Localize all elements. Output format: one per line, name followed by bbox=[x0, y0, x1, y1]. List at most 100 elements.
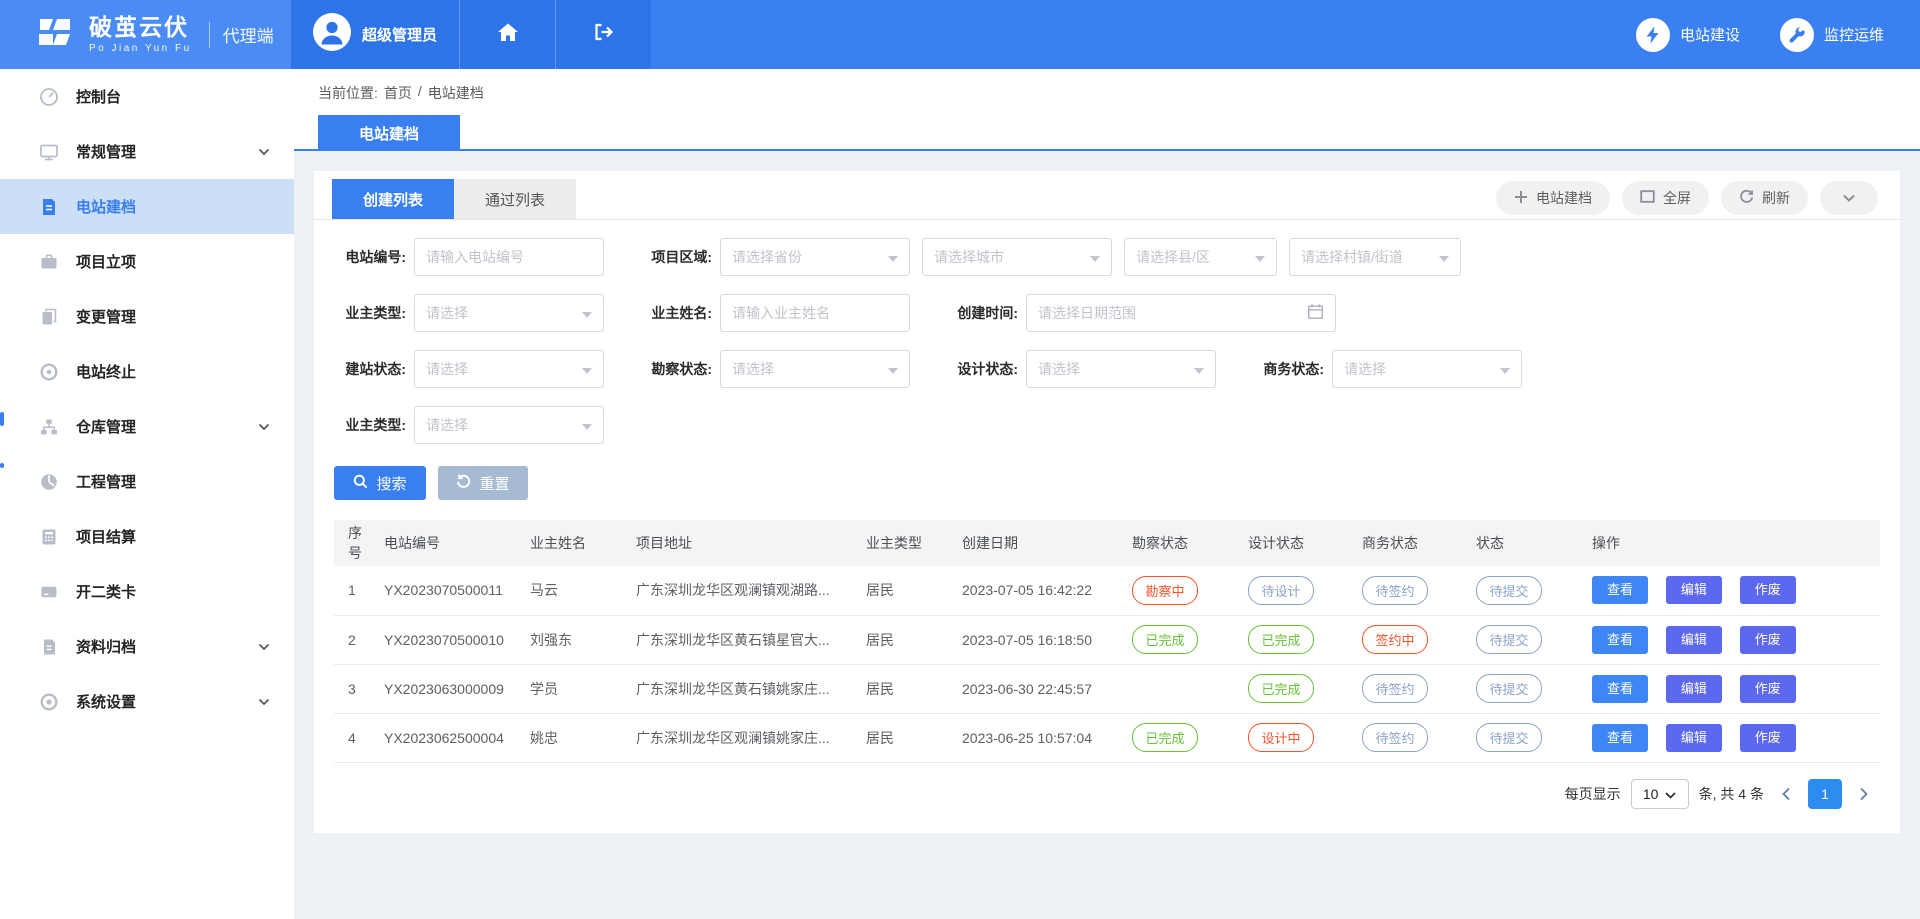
tab-create-list[interactable]: 创建列表 bbox=[332, 179, 454, 219]
owner-name-field bbox=[720, 294, 910, 332]
breadcrumb-prefix: 当前位置: bbox=[318, 83, 378, 103]
prev-page-button[interactable] bbox=[1774, 787, 1798, 801]
collapse-toolbar-button[interactable] bbox=[1820, 181, 1878, 215]
sidebar-item-general-mgmt[interactable]: 常规管理 bbox=[0, 124, 294, 179]
sidebar-item-system-settings[interactable]: 系统设置 bbox=[0, 674, 294, 729]
filter-buttons: 搜索 重置 bbox=[314, 462, 1900, 508]
invalidate-button[interactable]: 作废 bbox=[1740, 724, 1796, 752]
edit-button[interactable]: 编辑 bbox=[1666, 675, 1722, 703]
caret-down-icon bbox=[1090, 249, 1100, 265]
home-icon bbox=[496, 22, 520, 48]
sidebar-item-project-settlement[interactable]: 项目结算 bbox=[0, 509, 294, 564]
brand-logo-area: 破茧云伏 Po Jian Yun Fu 代理端 bbox=[0, 0, 291, 69]
total-count-label: 条, 共 4 条 bbox=[1699, 784, 1764, 804]
sidebar-item-engineering-mgmt[interactable]: 工程管理 bbox=[0, 454, 294, 509]
home-button[interactable] bbox=[459, 0, 555, 69]
reset-button[interactable]: 重置 bbox=[438, 466, 528, 500]
owner-type2-label: 业主类型: bbox=[334, 415, 406, 435]
tab-passed-list[interactable]: 通过列表 bbox=[454, 179, 576, 219]
station-no-input[interactable] bbox=[426, 249, 592, 265]
user-menu[interactable]: 超级管理员 bbox=[291, 0, 459, 69]
topbar: 当前位置: 首页 / 电站建档 电站建档 bbox=[294, 69, 1920, 151]
pie-gauge-icon bbox=[38, 472, 60, 492]
edit-button[interactable]: 编辑 bbox=[1666, 724, 1722, 752]
target-icon bbox=[38, 362, 60, 382]
nav-station-build[interactable]: 电站建设 bbox=[1636, 18, 1740, 52]
build-status-select[interactable]: 请选择 bbox=[414, 350, 604, 388]
station-table: 序号 电站编号 业主姓名 项目地址 业主类型 创建日期 勘察状态 设计状态 商务… bbox=[314, 508, 1900, 809]
page-number-current[interactable]: 1 bbox=[1808, 779, 1842, 809]
sidebar-item-warehouse-mgmt[interactable]: 仓库管理 bbox=[0, 399, 294, 454]
search-button[interactable]: 搜索 bbox=[334, 466, 426, 500]
owner-type-label: 业主类型: bbox=[334, 303, 406, 323]
avatar bbox=[313, 13, 351, 56]
app-root: 破茧云伏 Po Jian Yun Fu 代理端 超级管理员 bbox=[0, 0, 1920, 919]
date-range-input[interactable] bbox=[1038, 305, 1307, 321]
village-select[interactable]: 请选择村镇/街道 bbox=[1289, 238, 1461, 276]
sidebar-item-station-archive[interactable]: 电站建档 bbox=[0, 179, 294, 234]
region-label: 项目区域: bbox=[640, 247, 712, 267]
owner-name-input[interactable] bbox=[732, 305, 898, 321]
fullscreen-icon bbox=[1640, 190, 1655, 206]
add-station-button[interactable]: 电站建档 bbox=[1496, 181, 1610, 215]
county-select[interactable]: 请选择县/区 bbox=[1124, 238, 1277, 276]
survey-status-select[interactable]: 请选择 bbox=[720, 350, 910, 388]
design-status-select[interactable]: 请选择 bbox=[1026, 350, 1216, 388]
survey-status-label: 勘察状态: bbox=[640, 359, 712, 379]
nav-monitor-ops[interactable]: 监控运维 bbox=[1780, 18, 1884, 52]
caret-down-icon bbox=[582, 305, 592, 321]
sidebar-scrollbar[interactable] bbox=[0, 412, 4, 426]
user-block: 超级管理员 bbox=[291, 0, 651, 69]
status-badge: 已完成 bbox=[1132, 625, 1198, 654]
business-status-select[interactable]: 请选择 bbox=[1332, 350, 1522, 388]
view-button[interactable]: 查看 bbox=[1592, 675, 1648, 703]
chevron-down-icon bbox=[1842, 190, 1856, 206]
main-area: 当前位置: 首页 / 电站建档 电站建档 创建列表 通过列表 电站建档 bbox=[294, 69, 1920, 919]
owner-type2-select[interactable]: 请选择 bbox=[414, 406, 604, 444]
sidebar-item-data-archive[interactable]: 资料归档 bbox=[0, 619, 294, 674]
owner-type-select[interactable]: 请选择 bbox=[414, 294, 604, 332]
edit-button[interactable]: 编辑 bbox=[1666, 626, 1722, 654]
breadcrumb: 当前位置: 首页 / 电站建档 bbox=[318, 83, 484, 103]
per-page-select[interactable]: 10 bbox=[1631, 779, 1689, 809]
user-name: 超级管理员 bbox=[362, 24, 437, 45]
invalidate-button[interactable]: 作废 bbox=[1740, 675, 1796, 703]
caret-down-icon bbox=[582, 361, 592, 377]
status-badge: 待签约 bbox=[1362, 674, 1428, 703]
owner-name-label: 业主姓名: bbox=[640, 303, 712, 323]
exit-icon bbox=[592, 22, 615, 47]
content-card: 创建列表 通过列表 电站建档 全屏 bbox=[314, 171, 1900, 833]
status-badge: 设计中 bbox=[1248, 723, 1314, 752]
edit-button[interactable]: 编辑 bbox=[1666, 576, 1722, 604]
sidebar-scrollbar[interactable] bbox=[0, 463, 4, 468]
view-button[interactable]: 查看 bbox=[1592, 576, 1648, 604]
breadcrumb-home[interactable]: 首页 bbox=[384, 83, 412, 103]
sidebar-item-project-approval[interactable]: 项目立项 bbox=[0, 234, 294, 289]
view-button[interactable]: 查看 bbox=[1592, 724, 1648, 752]
invalidate-button[interactable]: 作废 bbox=[1740, 626, 1796, 654]
refresh-icon bbox=[1739, 189, 1754, 207]
fullscreen-button[interactable]: 全屏 bbox=[1622, 181, 1709, 215]
invalidate-button[interactable]: 作废 bbox=[1740, 576, 1796, 604]
sidebar: 控制台 常规管理 电站建档 bbox=[0, 69, 294, 919]
page-tab-station-archive[interactable]: 电站建档 bbox=[318, 115, 460, 151]
logout-button[interactable] bbox=[555, 0, 651, 69]
status-badge: 待签约 bbox=[1362, 723, 1428, 752]
copy-icon bbox=[38, 307, 60, 327]
sidebar-item-open-type2-card[interactable]: 开二类卡 bbox=[0, 564, 294, 619]
next-page-button[interactable] bbox=[1852, 787, 1876, 801]
refresh-button[interactable]: 刷新 bbox=[1721, 181, 1808, 215]
sidebar-item-station-termination[interactable]: 电站终止 bbox=[0, 344, 294, 399]
date-range-field[interactable] bbox=[1026, 294, 1336, 332]
province-select[interactable]: 请选择省份 bbox=[720, 238, 910, 276]
brand-tag: 代理端 bbox=[223, 22, 274, 47]
caret-down-icon bbox=[582, 417, 592, 433]
calculator-icon bbox=[38, 527, 60, 547]
sidebar-item-change-mgmt[interactable]: 变更管理 bbox=[0, 289, 294, 344]
city-select[interactable]: 请选择城市 bbox=[922, 238, 1112, 276]
status-badge: 待设计 bbox=[1248, 576, 1314, 605]
station-no-label: 电站编号: bbox=[334, 247, 406, 267]
calendar-icon bbox=[1307, 303, 1324, 323]
view-button[interactable]: 查看 bbox=[1592, 626, 1648, 654]
sidebar-item-console[interactable]: 控制台 bbox=[0, 69, 294, 124]
